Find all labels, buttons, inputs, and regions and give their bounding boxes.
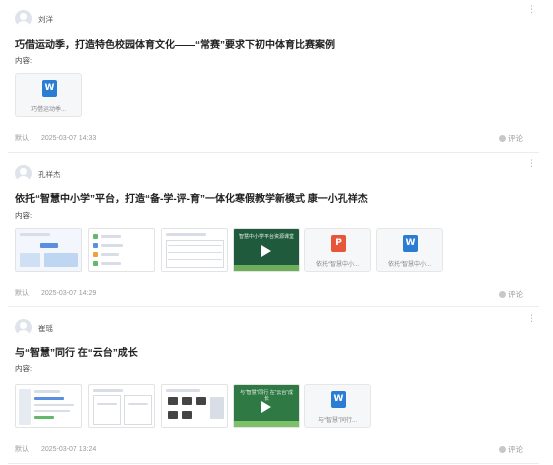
category-label: 默认	[15, 135, 29, 142]
comment-icon	[499, 446, 506, 453]
more-options-icon[interactable]: ⋮	[527, 5, 536, 14]
word-file-icon: W	[331, 391, 346, 408]
comment-icon	[499, 135, 506, 142]
comment-label: 评论	[508, 134, 523, 143]
more-options-icon[interactable]: ⋮	[527, 159, 536, 168]
attachment-video[interactable]: 智慧中小学平台资源课堂	[233, 228, 300, 272]
word-file-icon: W	[403, 235, 418, 252]
avatar[interactable]	[15, 10, 32, 27]
content-label: 内容:	[15, 211, 33, 220]
post-card: 刘洋 ⋮ 巧借运动季，打造特色校园体育文化——“常赛”要求下初中体育比赛案例 内…	[0, 0, 553, 153]
attachment-word-file[interactable]: W 与“智慧”同行...	[304, 384, 371, 428]
attachment-name: 依托“智慧中小...	[388, 262, 431, 268]
attachment-word-file[interactable]: W 巧借运动季...	[15, 73, 82, 117]
attachment-word-file[interactable]: W 依托“智慧中小...	[376, 228, 443, 272]
attachment-name: 依托“智慧中小...	[316, 262, 359, 268]
avatar[interactable]	[15, 165, 32, 182]
comment-button[interactable]: 评论	[499, 133, 523, 144]
attachment-name: 与“智慧”同行...	[318, 418, 357, 424]
category-label: 默认	[15, 290, 29, 297]
attachment-video[interactable]: 与“智慧”同行 在“云台”成长	[233, 384, 300, 428]
divider	[8, 306, 539, 307]
play-icon	[261, 401, 271, 413]
comment-label: 评论	[508, 290, 523, 299]
post-meta: 默认 2025-03-07 14:29	[15, 288, 96, 298]
attachment-image[interactable]	[15, 228, 82, 272]
post-title[interactable]: 与“智慧”同行 在“云台”成长	[15, 344, 138, 359]
post-date: 2025-03-07 13:24	[41, 446, 97, 453]
content-label: 内容:	[15, 56, 33, 65]
category-label: 默认	[15, 446, 29, 453]
author-name[interactable]: 刘洋	[38, 14, 53, 25]
word-file-icon: W	[42, 80, 57, 97]
post-meta: 默认 2025-03-07 13:24	[15, 444, 96, 454]
post-title[interactable]: 依托“智慧中小学”平台，打造“备-学-评-育”一体化寒假教学新模式 康一小孔祥杰	[15, 190, 368, 205]
post-card: 孔祥杰 ⋮ 依托“智慧中小学”平台，打造“备-学-评-育”一体化寒假教学新模式 …	[0, 153, 553, 308]
more-options-icon[interactable]: ⋮	[527, 314, 536, 323]
post-card: 崔瑶 ⋮ 与“智慧”同行 在“云台”成长 内容: 与“智慧”同行 在“云台”成长…	[0, 308, 553, 465]
attachment-image[interactable]	[88, 384, 155, 428]
author-name[interactable]: 崔瑶	[38, 323, 53, 334]
ppt-file-icon: P	[331, 235, 346, 252]
attachment-ppt-file[interactable]: P 依托“智慧中小...	[304, 228, 371, 272]
post-title[interactable]: 巧借运动季，打造特色校园体育文化——“常赛”要求下初中体育比赛案例	[15, 36, 335, 51]
author-name[interactable]: 孔祥杰	[38, 169, 61, 180]
attachment-image[interactable]	[15, 384, 82, 428]
avatar[interactable]	[15, 319, 32, 336]
comment-icon	[499, 291, 506, 298]
post-date: 2025-03-07 14:29	[41, 290, 97, 297]
comment-button[interactable]: 评论	[499, 289, 523, 300]
content-label: 内容:	[15, 364, 33, 373]
post-meta: 默认 2025-03-07 14:33	[15, 133, 96, 143]
attachment-image[interactable]	[161, 384, 228, 428]
attachment-name: 巧借运动季...	[30, 107, 66, 113]
attachment-image[interactable]	[88, 228, 155, 272]
play-icon	[261, 245, 271, 257]
video-caption: 智慧中小学平台资源课堂	[238, 234, 294, 240]
attachment-image[interactable]	[161, 228, 228, 272]
comment-label: 评论	[508, 445, 523, 454]
divider	[8, 463, 539, 464]
post-date: 2025-03-07 14:33	[41, 135, 97, 142]
comment-button[interactable]: 评论	[499, 444, 523, 455]
